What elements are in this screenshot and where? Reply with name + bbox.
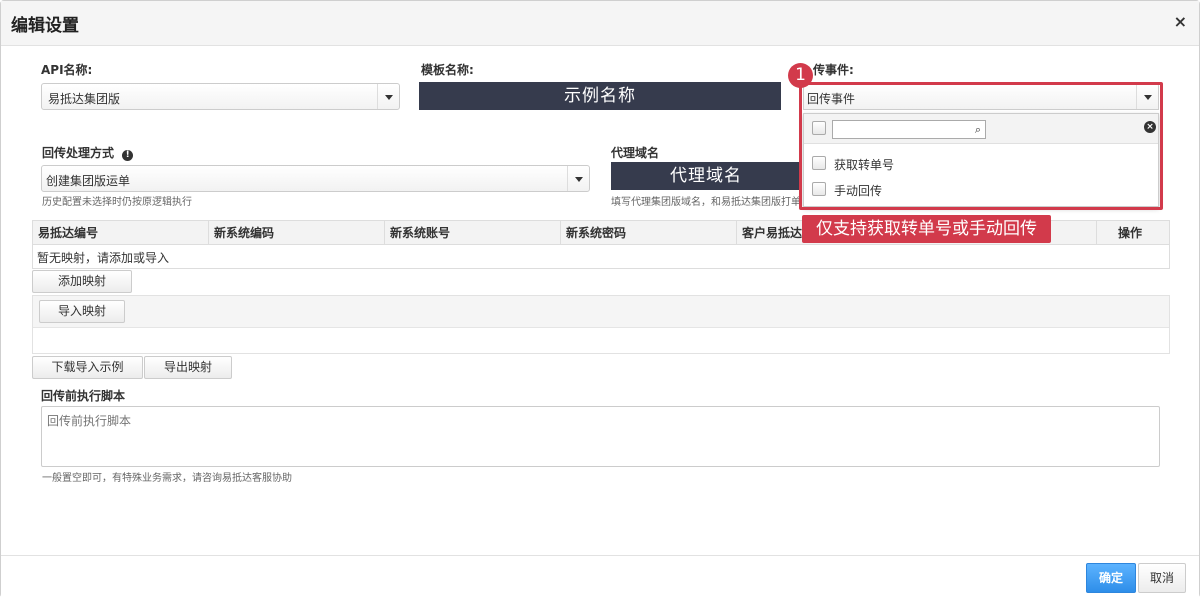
chevron-down-icon[interactable] bbox=[567, 166, 589, 191]
column-header: 新系统编码 bbox=[209, 221, 385, 245]
dropdown-search-input[interactable]: ⌕ bbox=[832, 120, 986, 139]
callback-event-label: 传事件: bbox=[813, 63, 854, 77]
chevron-down-icon[interactable] bbox=[1136, 84, 1158, 109]
template-name-label: 模板名称: bbox=[421, 63, 474, 77]
column-header: 新系统账号 bbox=[385, 221, 561, 245]
option-label: 获取转单号 bbox=[834, 158, 895, 172]
proxy-domain-label: 代理域名 bbox=[611, 146, 660, 160]
clear-icon[interactable]: × bbox=[1144, 121, 1156, 133]
callback-method-select[interactable]: 创建集团版运单 bbox=[41, 165, 590, 192]
callback-event-dropdown: ⌕ × 获取转单号 手动回传 bbox=[803, 113, 1159, 207]
edit-settings-dialog: 编辑设置 × API名称: 易抵达集团版 模板名称: 示例名称 传事件: 回传事… bbox=[0, 0, 1200, 598]
proxy-domain-hint: 填写代理集团版域名，和易抵达集团版打单 bbox=[611, 197, 801, 208]
dialog-header: 编辑设置 × bbox=[1, 1, 1199, 46]
callback-method-label: 回传处理方式 ! bbox=[42, 144, 134, 161]
template-name-value: 示例名称 bbox=[419, 82, 781, 110]
callback-method-value: 创建集团版运单 bbox=[46, 174, 131, 188]
column-header: 操作 bbox=[1118, 226, 1143, 240]
import-panel: 导入映射 bbox=[32, 295, 1170, 354]
download-sample-button[interactable]: 下载导入示例 bbox=[32, 356, 143, 379]
dialog-title: 编辑设置 bbox=[11, 16, 79, 36]
select-all-checkbox[interactable] bbox=[812, 121, 826, 135]
dropdown-option[interactable]: 手动回传 bbox=[804, 178, 1158, 200]
script-textarea[interactable] bbox=[41, 406, 1160, 467]
add-mapping-button[interactable]: 添加映射 bbox=[32, 270, 132, 293]
callback-method-label-text: 回传处理方式 bbox=[42, 146, 115, 160]
close-icon[interactable]: × bbox=[1174, 12, 1187, 31]
dialog-footer: 确定 取消 bbox=[1, 555, 1199, 598]
confirm-button[interactable]: 确定 bbox=[1086, 563, 1136, 593]
callback-event-select[interactable]: 回传事件 bbox=[803, 83, 1159, 110]
dropdown-search-bar: ⌕ × bbox=[804, 114, 1158, 144]
column-header: 新系统密码 bbox=[561, 221, 737, 245]
script-hint: 一般置空即可，有特殊业务需求，请咨询易抵达客服协助 bbox=[42, 473, 292, 484]
option-label: 手动回传 bbox=[834, 184, 883, 198]
api-name-select[interactable]: 易抵达集团版 bbox=[41, 83, 400, 110]
info-icon[interactable]: ! bbox=[122, 150, 134, 161]
annotation-badge: 1 bbox=[788, 63, 813, 88]
cancel-button[interactable]: 取消 bbox=[1138, 563, 1186, 593]
option-checkbox[interactable] bbox=[812, 182, 826, 196]
api-name-value: 易抵达集团版 bbox=[48, 92, 121, 106]
api-name-label: API名称: bbox=[41, 63, 93, 77]
callback-event-value: 回传事件 bbox=[807, 92, 856, 106]
option-checkbox[interactable] bbox=[812, 156, 826, 170]
annotation-callout: 仅支持获取转单号或手动回传 bbox=[802, 215, 1051, 243]
chevron-down-icon[interactable] bbox=[377, 84, 399, 109]
callback-method-hint: 历史配置未选择时仍按原逻辑执行 bbox=[42, 197, 192, 208]
column-header: 易抵达编号 bbox=[33, 221, 209, 245]
search-icon[interactable]: ⌕ bbox=[975, 123, 981, 137]
proxy-domain-value: 代理域名 bbox=[611, 162, 801, 190]
dropdown-option[interactable]: 获取转单号 bbox=[804, 152, 1158, 174]
import-mapping-button[interactable]: 导入映射 bbox=[39, 300, 125, 323]
import-panel-toolbar: 导入映射 bbox=[33, 296, 1169, 328]
script-label: 回传前执行脚本 bbox=[41, 389, 126, 403]
export-mapping-button[interactable]: 导出映射 bbox=[144, 356, 232, 379]
table-empty-message: 暂无映射，请添加或导入 bbox=[37, 251, 170, 265]
